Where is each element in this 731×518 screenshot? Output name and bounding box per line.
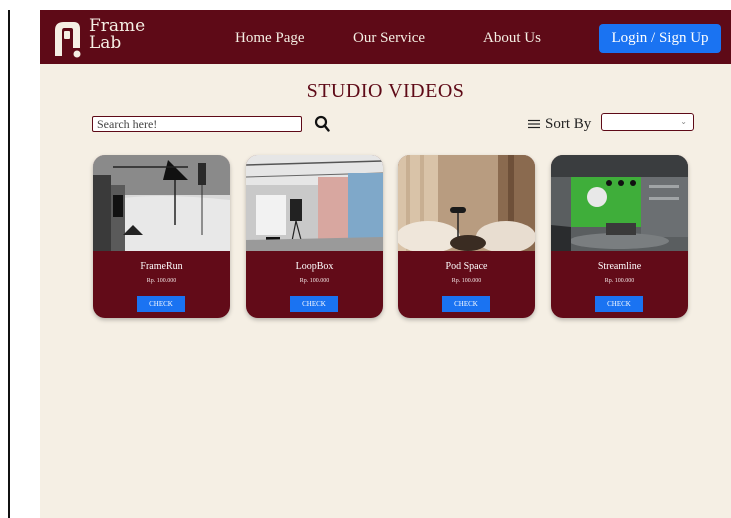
search-icon[interactable]	[314, 115, 330, 133]
studio-name: Streamline	[597, 261, 642, 272]
logo[interactable]: Frame Lab	[52, 18, 152, 58]
studio-price: Rp. 100.000	[604, 278, 635, 284]
login-signup-button[interactable]: Login / Sign Up	[599, 24, 721, 53]
studio-photo-loopbox	[246, 155, 383, 251]
chevron-down-icon: ⌄	[680, 117, 687, 126]
check-button[interactable]: CHECK	[290, 296, 338, 312]
page-title: STUDIO VIDEOS	[306, 80, 465, 102]
sort-dropdown[interactable]: ⌄	[601, 113, 694, 131]
sort-lines-icon	[528, 119, 540, 129]
sort-label: Sort By	[545, 115, 592, 132]
studio-price: Rp. 100.000	[146, 278, 177, 284]
nav-home-link[interactable]: Home Page	[235, 30, 305, 47]
studio-photo-streamline	[551, 155, 688, 251]
navbar: Frame Lab Home Page Our Service About Us…	[40, 10, 731, 64]
studio-card-streamline[interactable]: Streamline Rp. 100.000 CHECK	[551, 155, 688, 318]
sort-control[interactable]: Sort By	[528, 114, 591, 134]
studio-price: Rp. 100.000	[451, 278, 482, 284]
check-button[interactable]: CHECK	[442, 296, 490, 312]
search-input[interactable]	[92, 116, 302, 132]
studio-name: Pod Space	[445, 261, 488, 272]
studio-card-framerun[interactable]: FrameRun Rp. 100.000 CHECK	[93, 155, 230, 318]
studio-price: Rp. 100.000	[299, 278, 330, 284]
studio-photo-pod-space	[398, 155, 535, 251]
page: Frame Lab Home Page Our Service About Us…	[40, 10, 731, 518]
studio-card-pod-space[interactable]: Pod Space Rp. 100.000 CHECK	[398, 155, 535, 318]
check-button[interactable]: CHECK	[595, 296, 643, 312]
brand-name: Frame Lab	[89, 18, 145, 52]
window-border	[8, 10, 10, 518]
studio-name: LoopBox	[295, 261, 334, 272]
logo-mark-icon	[55, 22, 81, 58]
brand-name-line2: Lab	[89, 33, 122, 53]
studio-photo-framerun	[93, 155, 230, 251]
studio-name: FrameRun	[140, 261, 183, 272]
check-button[interactable]: CHECK	[137, 296, 185, 312]
studio-card-loopbox[interactable]: LoopBox Rp. 100.000 CHECK	[246, 155, 383, 318]
nav-about-link[interactable]: About Us	[483, 30, 541, 47]
nav-service-link[interactable]: Our Service	[353, 30, 425, 47]
